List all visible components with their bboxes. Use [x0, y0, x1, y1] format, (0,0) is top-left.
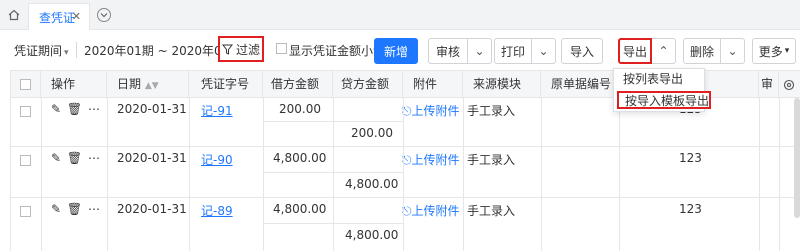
row-actions: ✎ 🗑 ⋯	[51, 102, 100, 116]
grid-line	[41, 98, 42, 251]
edit-icon[interactable]: ✎	[51, 151, 61, 165]
row-credit: 200.00	[351, 126, 393, 140]
toolbar: 凭证期间 ▾ 2020年01期 ~ 2020年01期 过滤 显示凭证金额小计 新增…	[0, 30, 800, 70]
more-icon[interactable]: ⋯	[88, 202, 100, 216]
import-button[interactable]: 导入	[561, 38, 603, 64]
header-actions: 操作	[41, 71, 107, 99]
row-date: 2020-01-31	[117, 202, 187, 216]
row-voucher-link[interactable]: 记-91	[201, 102, 233, 119]
chevron-down-icon: ▾	[64, 48, 69, 58]
subtotal-checkbox[interactable]	[276, 43, 287, 54]
header-credit: 贷方金额	[333, 71, 403, 99]
audit-button[interactable]: 审核	[428, 38, 468, 64]
delete-button[interactable]: 删除	[683, 38, 721, 64]
header-attachment: 附件	[403, 71, 463, 99]
row-source: 手工录入	[467, 153, 516, 167]
new-button[interactable]: 新增	[374, 38, 418, 64]
row-date: 2020-01-31	[117, 151, 187, 165]
grid-line	[779, 98, 780, 251]
filter-icon	[221, 44, 233, 55]
header-source: 来源模块	[463, 71, 541, 99]
grid-line	[463, 98, 464, 251]
close-icon[interactable]: ✕	[72, 10, 81, 23]
row-extra: 123	[679, 151, 702, 165]
row-debit: 4,800.00	[273, 202, 327, 216]
grid-line	[759, 98, 760, 251]
row-source: 手工录入	[467, 104, 516, 118]
upload-attachment-link[interactable]: ⎋上传附件	[402, 102, 460, 119]
sort-icon: ▲▼	[144, 81, 159, 91]
tab-query-voucher[interactable]: 查凭证 ✕	[28, 3, 90, 30]
chevron-down-icon: ▾	[784, 46, 790, 56]
row-source: 手工录入	[467, 204, 516, 218]
filter-button[interactable]: 过滤	[218, 36, 264, 62]
edit-icon[interactable]: ✎	[51, 202, 61, 216]
header-date[interactable]: 日期 ▲▼	[107, 71, 189, 99]
trash-icon[interactable]: 🗑	[67, 102, 82, 116]
more-icon[interactable]: ⋯	[88, 151, 100, 165]
row-extra: 123	[679, 202, 702, 216]
grid-line	[333, 98, 334, 251]
row-checkbox[interactable]	[20, 206, 31, 217]
print-dropdown[interactable]: ⌄	[532, 38, 556, 64]
grid-line	[189, 98, 190, 251]
row-checkbox[interactable]	[20, 155, 31, 166]
select-all-checkbox[interactable]	[20, 79, 31, 90]
grid-line	[619, 98, 620, 251]
chevron-down-icon: ⌄	[538, 44, 549, 58]
header-voucher-no[interactable]: 凭证字号 ▲▼	[189, 71, 263, 118]
row-voucher-link[interactable]: 记-90	[201, 151, 233, 168]
header-settings[interactable]	[779, 71, 800, 99]
divider	[76, 42, 77, 58]
row-credit: 4,800.00	[345, 228, 399, 242]
trash-icon[interactable]: 🗑	[67, 151, 82, 165]
row-actions: ✎ 🗑 ⋯	[51, 151, 100, 165]
chevron-down-icon: ⌄	[727, 44, 738, 58]
grid-line	[263, 98, 264, 251]
header-original-no: 原单据编号	[541, 71, 619, 99]
gear-icon	[783, 79, 795, 91]
header-debit: 借方金额	[263, 71, 333, 99]
export-by-list[interactable]: 按列表导出	[617, 71, 683, 89]
trash-icon[interactable]: 🗑	[67, 202, 82, 216]
period-select[interactable]: 凭证期间 ▾	[14, 42, 69, 59]
export-by-template[interactable]: 按导入模板导出	[617, 91, 712, 109]
more-button[interactable]: 更多 ▾	[752, 38, 796, 64]
delete-dropdown[interactable]: ⌄	[721, 38, 745, 64]
upload-attachment-link[interactable]: ⎋上传附件	[402, 151, 460, 168]
print-button[interactable]: 打印	[494, 38, 532, 64]
export-menu: 按列表导出 按导入模板导出	[613, 68, 712, 112]
grid-line	[541, 98, 542, 251]
home-icon	[8, 9, 20, 21]
table-row[interactable]: ✎ 🗑 ⋯ 2020-01-31 记-90 4,800.00 4,800.00 …	[11, 147, 800, 198]
header-select	[11, 71, 41, 99]
subtotal-label: 显示凭证金额小计	[289, 44, 386, 58]
export-dropdown[interactable]: ⌃	[652, 38, 676, 64]
row-voucher-link[interactable]: 记-89	[201, 202, 233, 219]
row-actions: ✎ 🗑 ⋯	[51, 202, 100, 216]
header-audit: 审	[759, 71, 779, 99]
edit-icon[interactable]: ✎	[51, 102, 61, 116]
table-row[interactable]: ✎ 🗑 ⋯ 2020-01-31 记-89 4,800.00 4,800.00 …	[11, 198, 800, 251]
row-debit: 4,800.00	[273, 151, 327, 165]
home-tab[interactable]	[0, 0, 28, 30]
row-debit: 200.00	[279, 102, 321, 116]
vertical-scrollbar[interactable]	[794, 98, 800, 218]
tab-bar: 查凭证 ✕	[0, 0, 800, 30]
tab-label: 查凭证	[39, 10, 76, 25]
row-checkbox[interactable]	[20, 106, 31, 117]
grid-line	[107, 98, 108, 251]
more-icon[interactable]: ⋯	[88, 102, 100, 116]
audit-dropdown[interactable]: ⌄	[468, 38, 492, 64]
export-button[interactable]: 导出	[618, 38, 652, 64]
upload-attachment-link[interactable]: ⎋上传附件	[402, 202, 460, 219]
chevron-down-circle-icon[interactable]	[97, 8, 111, 22]
row-date: 2020-01-31	[117, 102, 187, 116]
chevron-down-icon: ⌄	[474, 44, 485, 58]
grid-line	[403, 98, 404, 251]
chevron-up-icon: ⌃	[658, 44, 669, 58]
row-credit: 4,800.00	[345, 177, 399, 191]
